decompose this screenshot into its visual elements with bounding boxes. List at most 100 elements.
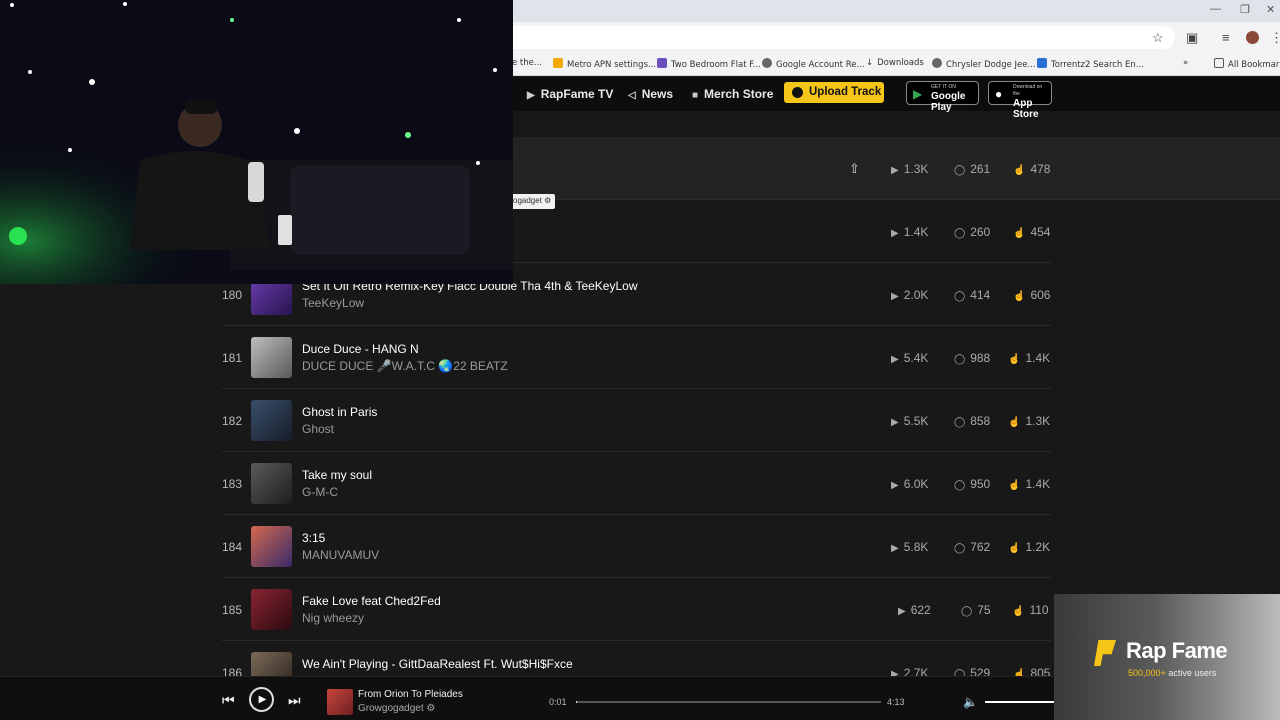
play-icon: ▶ (891, 291, 899, 302)
progress-bar[interactable] (576, 701, 881, 703)
bookmark-item[interactable]: Metro APN settings... (553, 58, 656, 70)
comments-count[interactable]: ◯ 950 (954, 477, 990, 491)
likes-count[interactable]: ☝ 805 (1013, 666, 1050, 676)
plays-count: ▶ 6.0K (891, 477, 928, 491)
bookmark-item[interactable]: Torrentz2 Search En... (1037, 58, 1144, 70)
track-artwork[interactable] (251, 337, 292, 378)
table-row[interactable]: 181 Duce Duce - HANG N DUCE DUCE 🎤W.A.T.… (222, 326, 1051, 389)
comments-value: 529 (970, 666, 991, 676)
track-artist[interactable]: Nig wheezy (302, 611, 364, 625)
share-icon[interactable]: ⇧ (849, 161, 860, 177)
comments-count[interactable]: ◯ 988 (954, 351, 990, 365)
now-playing-title[interactable]: From Orion To Pleiades (358, 689, 463, 700)
track-artwork[interactable] (251, 589, 292, 630)
nav-news[interactable]: ◁ News (628, 87, 673, 101)
comments-count[interactable]: ◯ 529 (954, 666, 990, 676)
upload-track-button[interactable]: Upload Track (784, 82, 884, 103)
table-row[interactable]: 186 We Ain't Playing - GittDaaRealest Ft… (222, 641, 1051, 676)
app-store-button[interactable]: ● Download on the App Store (988, 81, 1052, 120)
track-artist[interactable]: G-M-C (302, 485, 338, 499)
verified-icon: ⚙ (544, 196, 552, 205)
star-icon[interactable]: ☆ (1152, 30, 1164, 46)
comments-count[interactable]: ◯ 261 (954, 162, 990, 176)
comments-count[interactable]: ◯ 858 (954, 414, 990, 428)
track-title[interactable]: Ghost in Paris (302, 405, 377, 419)
address-field[interactable] (500, 26, 1175, 49)
table-row[interactable]: 184 3:15 MANUVAMUV ▶ 5.8K ◯ 762 ☝ 1.2K (222, 515, 1051, 578)
elapsed-time: 0:01 (549, 697, 567, 707)
google-play-button[interactable]: ▶ GET IT ON Google Play (906, 81, 979, 113)
artist-tag[interactable]: ogadget ⚙ (511, 194, 556, 209)
nav-merch-store[interactable]: ■ Merch Store (692, 87, 773, 101)
now-playing-artist[interactable]: Growgogadget ⚙ (358, 703, 435, 714)
table-row[interactable]: 183 Take my soul G-M-C ▶ 6.0K ◯ 950 ☝ 1.4K (222, 452, 1051, 515)
restore-icon[interactable]: ❐ (1240, 3, 1250, 16)
megaphone-icon: ◁ (628, 90, 636, 101)
track-artwork[interactable] (251, 463, 292, 504)
table-row[interactable]: 182 Ghost in Paris Ghost ▶ 5.5K ◯ 858 ☝ 1.3… (222, 389, 1051, 452)
track-title[interactable]: 3:15 (302, 531, 325, 545)
comments-count[interactable]: ◯ 414 (954, 288, 990, 302)
track-artist[interactable]: MANUVAMUV (302, 548, 379, 562)
track-title[interactable]: Take my soul (302, 468, 372, 482)
plays-value: 6.0K (903, 477, 929, 491)
track-artist[interactable]: Ghost (302, 422, 334, 436)
previous-track-icon[interactable]: ⏮ (222, 692, 235, 709)
likes-count[interactable]: ☝ 110 (1012, 603, 1049, 617)
likes-count[interactable]: ☝ 1.2K (1008, 540, 1050, 554)
likes-count[interactable]: ☝ 1.4K (1008, 351, 1050, 365)
now-playing-artwork[interactable] (327, 689, 353, 715)
track-title[interactable]: We Ain't Playing - GittDaaRealest Ft. Wu… (302, 657, 573, 671)
play-icon: ▶ (891, 669, 899, 676)
rap-fame-promo[interactable]: Rap Fame 500,000+ active users (1054, 594, 1280, 720)
play-icon: ▶ (898, 606, 906, 617)
bookmark-item[interactable]: e the... (512, 58, 542, 68)
next-track-icon[interactable]: ⏭ (288, 692, 301, 709)
bookmark-item[interactable]: All Bookmarks (1214, 58, 1280, 70)
likes-count[interactable]: ☝ 478 (1013, 162, 1050, 176)
bookmark-item[interactable]: ↓ Downloads (866, 58, 924, 68)
bookmark-item[interactable]: Google Account Re... (762, 58, 865, 70)
bookmark-label: Chrysler Dodge Jee... (946, 60, 1036, 70)
play-button[interactable]: ▶ (249, 687, 274, 712)
minimize-icon[interactable]: — (1210, 3, 1221, 15)
track-artwork[interactable] (251, 652, 292, 676)
menu-icon[interactable]: ⋮ (1270, 30, 1280, 46)
google-play-icon: ▶ (913, 87, 923, 101)
plays-count: ▶ 5.4K (891, 351, 928, 365)
nav-rapfame-tv[interactable]: ▶ RapFame TV (527, 87, 613, 101)
track-artwork[interactable] (251, 526, 292, 567)
close-icon[interactable]: ✕ (1266, 3, 1275, 16)
volume-icon[interactable]: 🔈 (963, 695, 978, 709)
comments-count[interactable]: ◯ 762 (954, 540, 990, 554)
plays-value: 2.7K (903, 666, 929, 676)
track-artist[interactable]: DUCE DUCE 🎤W.A.T.C 🌏22 BEATZ (302, 359, 508, 373)
screen: — ❐ ✕ ☆ ▣ ≡ ⋮ e the... Metro APN setting… (0, 0, 1280, 720)
comments-count[interactable]: ◯ 75 (961, 603, 991, 617)
reading-list-icon[interactable]: ≡ (1222, 30, 1230, 45)
play-icon: ▶ (891, 165, 899, 176)
bookmark-item[interactable]: Chrysler Dodge Jee... (932, 58, 1036, 70)
likes-count[interactable]: ☝ 1.3K (1008, 414, 1050, 428)
comments-count[interactable]: ◯ 260 (954, 225, 990, 239)
globe-icon (762, 58, 772, 68)
plays-count: ▶ 622 (898, 603, 931, 617)
likes-count[interactable]: ☝ 606 (1013, 288, 1050, 302)
comment-icon: ◯ (954, 354, 966, 365)
track-artwork[interactable] (251, 400, 292, 441)
avatar[interactable] (1246, 31, 1259, 44)
volume-slider[interactable] (985, 701, 1055, 703)
more-bookmarks-icon[interactable]: » (1183, 58, 1188, 68)
table-row[interactable]: ⇧ ▶ 1.3K ◯ 261 ☝ 478 (513, 137, 1280, 200)
likes-count[interactable]: ☝ 454 (1013, 225, 1050, 239)
play-icon: ▶ (891, 543, 899, 554)
likes-value: 1.4K (1025, 351, 1051, 365)
comment-icon: ◯ (954, 417, 966, 428)
cast-icon[interactable]: ▣ (1186, 30, 1198, 46)
track-title[interactable]: Fake Love feat Ched2Fed (302, 594, 441, 608)
likes-count[interactable]: ☝ 1.4K (1008, 477, 1050, 491)
track-artist[interactable]: TeeKeyLow (302, 296, 364, 310)
track-title[interactable]: Duce Duce - HANG N (302, 342, 419, 356)
table-row[interactable]: 185 Fake Love feat Ched2Fed Nig wheezy ▶… (222, 578, 1051, 641)
bookmark-item[interactable]: Two Bedroom Flat F... (657, 58, 761, 70)
